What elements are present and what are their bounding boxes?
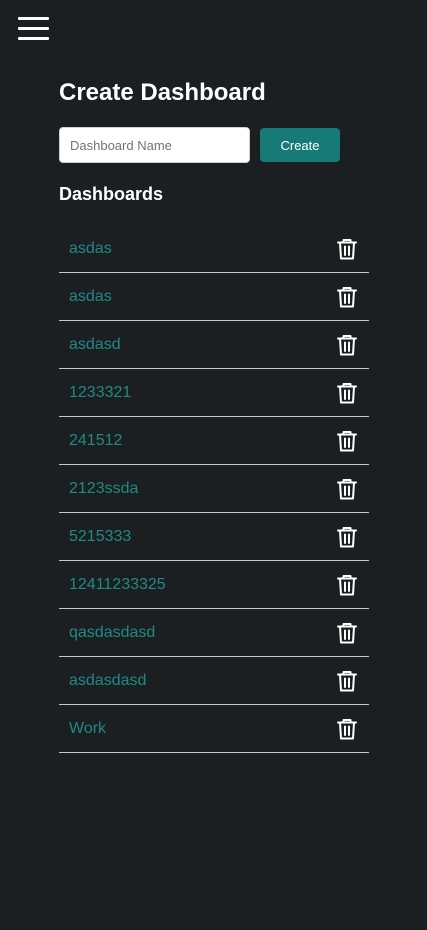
dashboard-link[interactable]: qasdasdasd bbox=[69, 623, 155, 642]
dashboard-link[interactable]: asdas bbox=[69, 239, 112, 258]
hamburger-menu-icon[interactable] bbox=[18, 17, 49, 41]
trash-icon[interactable] bbox=[337, 334, 357, 356]
dashboard-link[interactable]: Work bbox=[69, 719, 106, 738]
trash-icon[interactable] bbox=[337, 430, 357, 452]
dashboard-link[interactable]: asdasd bbox=[69, 335, 121, 354]
trash-icon[interactable] bbox=[337, 622, 357, 644]
trash-icon[interactable] bbox=[337, 670, 357, 692]
page-title: Create Dashboard bbox=[59, 79, 266, 106]
create-button[interactable]: Create bbox=[260, 128, 340, 162]
create-dashboard-form: Create bbox=[59, 127, 369, 163]
trash-icon[interactable] bbox=[337, 574, 357, 596]
trash-icon[interactable] bbox=[337, 238, 357, 260]
menu-bar bbox=[18, 37, 49, 40]
list-item: 12411233325 bbox=[59, 561, 369, 609]
list-item: asdasd bbox=[59, 321, 369, 369]
dashboard-list: asdas asdas asdasd 1233321 241512 2123ssda 521… bbox=[59, 225, 369, 753]
list-item: 2123ssda bbox=[59, 465, 369, 513]
list-item: asdasdasd bbox=[59, 657, 369, 705]
main-content: Create Dashboard Create Dashboards asdas… bbox=[59, 78, 369, 753]
list-item: asdas bbox=[59, 273, 369, 321]
dashboard-link[interactable]: asdasdasd bbox=[69, 671, 146, 690]
trash-icon[interactable] bbox=[337, 526, 357, 548]
trash-icon[interactable] bbox=[337, 382, 357, 404]
dashboards-heading: Dashboards bbox=[59, 184, 164, 204]
trash-icon[interactable] bbox=[337, 478, 357, 500]
dashboard-link[interactable]: 12411233325 bbox=[69, 575, 166, 594]
list-item: 1233321 bbox=[59, 369, 369, 417]
list-item: Work bbox=[59, 705, 369, 753]
list-item: asdas bbox=[59, 225, 369, 273]
dashboard-link[interactable]: 241512 bbox=[69, 431, 122, 450]
dashboard-link[interactable]: 2123ssda bbox=[69, 479, 138, 498]
list-item: 241512 bbox=[59, 417, 369, 465]
menu-bar bbox=[18, 17, 49, 20]
dashboard-link[interactable]: 1233321 bbox=[69, 383, 131, 402]
dashboard-link[interactable]: asdas bbox=[69, 287, 112, 306]
list-item: 5215333 bbox=[59, 513, 369, 561]
trash-icon[interactable] bbox=[337, 286, 357, 308]
trash-icon[interactable] bbox=[337, 718, 357, 740]
dashboard-name-input[interactable] bbox=[59, 127, 250, 163]
menu-bar bbox=[18, 27, 49, 30]
list-item: qasdasdasd bbox=[59, 609, 369, 657]
dashboard-link[interactable]: 5215333 bbox=[69, 527, 131, 546]
